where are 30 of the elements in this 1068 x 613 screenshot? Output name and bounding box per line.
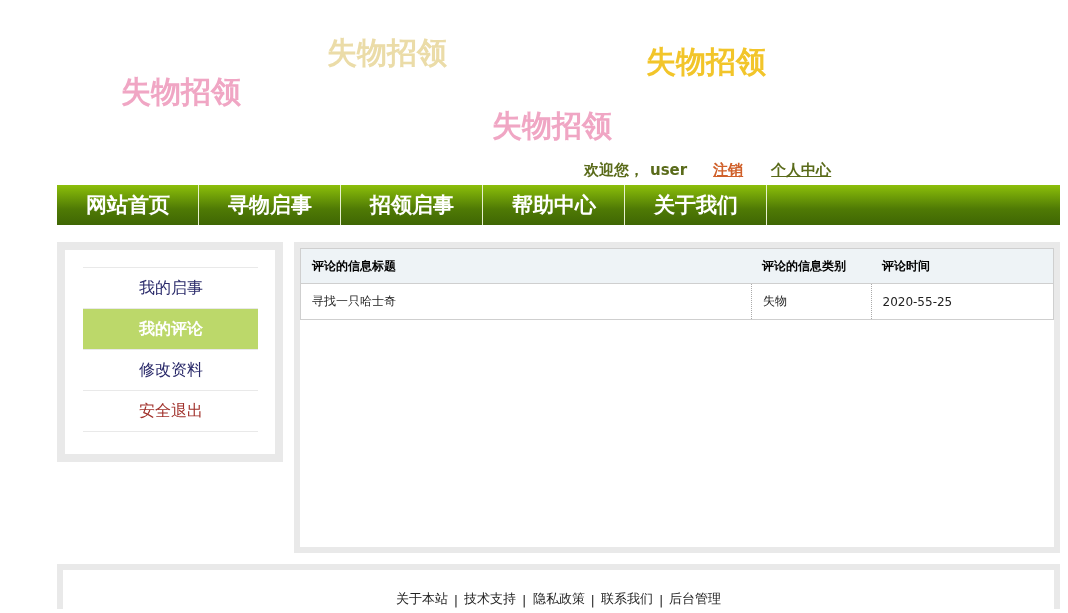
nav-item[interactable]: 招领启事 [341, 185, 483, 225]
nav-item[interactable]: 网站首页 [57, 185, 199, 225]
footer-link[interactable]: 技术支持 [464, 590, 517, 608]
footer-link[interactable]: 隐私政策 [532, 590, 585, 608]
nav-item[interactable]: 关于我们 [625, 185, 767, 225]
table-cell: 失物 [751, 283, 871, 320]
user-link[interactable]: 注销 [713, 160, 744, 180]
table-cell: 2020-55-25 [871, 283, 1054, 320]
footer-link[interactable]: 联系我们 [600, 590, 653, 608]
user-link[interactable]: 个人中心 [771, 160, 832, 180]
table-cell: 寻找一只哈士奇 [300, 283, 751, 320]
banner-logo-text: 失物招领 [492, 107, 612, 145]
sidebar-item[interactable]: 安全退出 [83, 390, 258, 432]
separator-text: | [453, 593, 459, 608]
separator-text: | [590, 593, 595, 608]
column-header: 评论的信息类别 [751, 248, 871, 284]
separator-text: | [522, 593, 527, 608]
banner-logo-text: 失物招领 [121, 73, 241, 111]
username: user [650, 161, 688, 179]
column-header: 评论时间 [871, 248, 1054, 284]
sidebar-item[interactable]: 修改资料 [83, 349, 258, 390]
separator-text: | [658, 593, 664, 608]
column-header: 评论的信息标题 [300, 248, 751, 284]
banner-logo-text: 失物招领 [327, 34, 447, 72]
footer-link[interactable]: 关于本站 [395, 590, 448, 608]
greeting-text: 欢迎您， [584, 160, 644, 180]
banner-logo-text: 失物招领 [646, 43, 766, 81]
nav-item[interactable]: 帮助中心 [483, 185, 625, 225]
nav-item[interactable]: 寻物启事 [199, 185, 341, 225]
footer-link[interactable]: 后台管理 [669, 590, 722, 608]
